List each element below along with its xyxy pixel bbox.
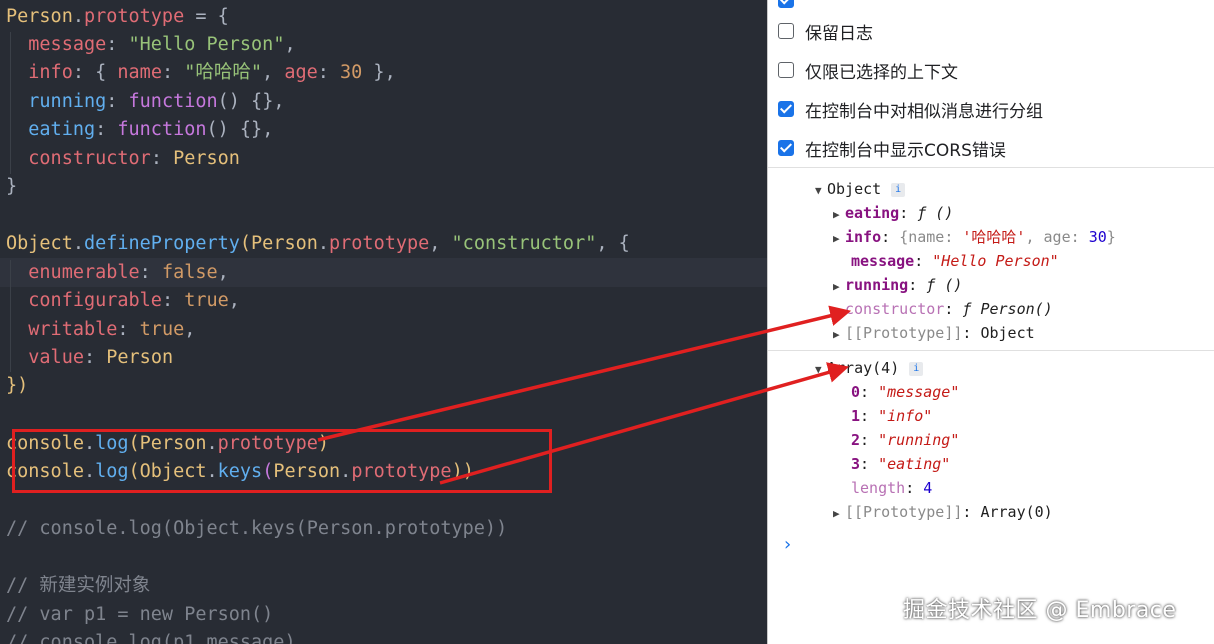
annotation-arrows (317, 305, 852, 485)
arrow-to-object (317, 305, 852, 442)
watermark: 掘金技术社区 @ Embrace (903, 598, 1177, 623)
arrow-to-array (439, 362, 850, 485)
